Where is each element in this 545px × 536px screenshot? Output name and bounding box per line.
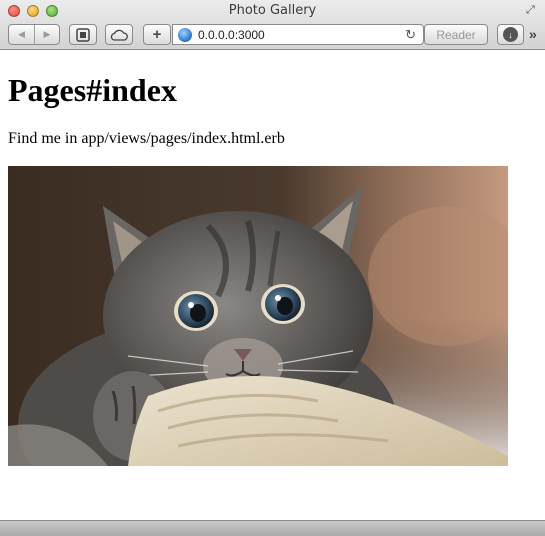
- toolbar-overflow-icon[interactable]: »: [529, 26, 537, 42]
- reload-icon[interactable]: ↻: [405, 27, 416, 43]
- status-bar: [0, 520, 545, 536]
- downloads-button[interactable]: ↓: [497, 24, 524, 45]
- reading-list-button[interactable]: [69, 24, 97, 45]
- toolbar: ◀ ▶ + 0.0.0.0:3000 ↻ Reader ↓ »: [0, 24, 545, 46]
- forward-arrow-icon: ▶: [43, 29, 51, 39]
- globe-icon: [178, 27, 192, 42]
- icloud-tabs-button[interactable]: [105, 24, 133, 45]
- address-bar[interactable]: 0.0.0.0:3000 ↻: [172, 24, 424, 45]
- browser-window: Photo Gallery ⤢ ◀ ▶ + 0.0.0.0:3000 ↻ Rea…: [0, 0, 545, 536]
- kitten-photo: [8, 166, 508, 466]
- back-arrow-icon: ◀: [18, 29, 25, 39]
- reading-list-icon: [76, 27, 90, 42]
- page-paragraph: Find me in app/views/pages/index.html.er…: [8, 130, 285, 147]
- address-input[interactable]: 0.0.0.0:3000: [198, 28, 265, 42]
- window-title: Photo Gallery: [228, 3, 317, 18]
- back-button[interactable]: ◀: [9, 25, 34, 44]
- reader-button[interactable]: Reader: [424, 24, 488, 45]
- plus-icon: +: [152, 26, 162, 43]
- download-arrow-icon: ↓: [503, 27, 518, 42]
- back-forward-buttons: ◀ ▶: [8, 24, 60, 45]
- page-content: Pages#index Find me in app/views/pages/i…: [8, 70, 538, 147]
- fullscreen-icon[interactable]: ⤢: [526, 4, 538, 16]
- add-bookmark-button[interactable]: +: [143, 24, 171, 45]
- cloud-icon: [110, 29, 128, 41]
- page-heading: Pages#index: [8, 72, 177, 108]
- browser-chrome: Photo Gallery ⤢ ◀ ▶ + 0.0.0.0:3000 ↻ Rea…: [0, 0, 545, 50]
- forward-button[interactable]: ▶: [33, 25, 59, 44]
